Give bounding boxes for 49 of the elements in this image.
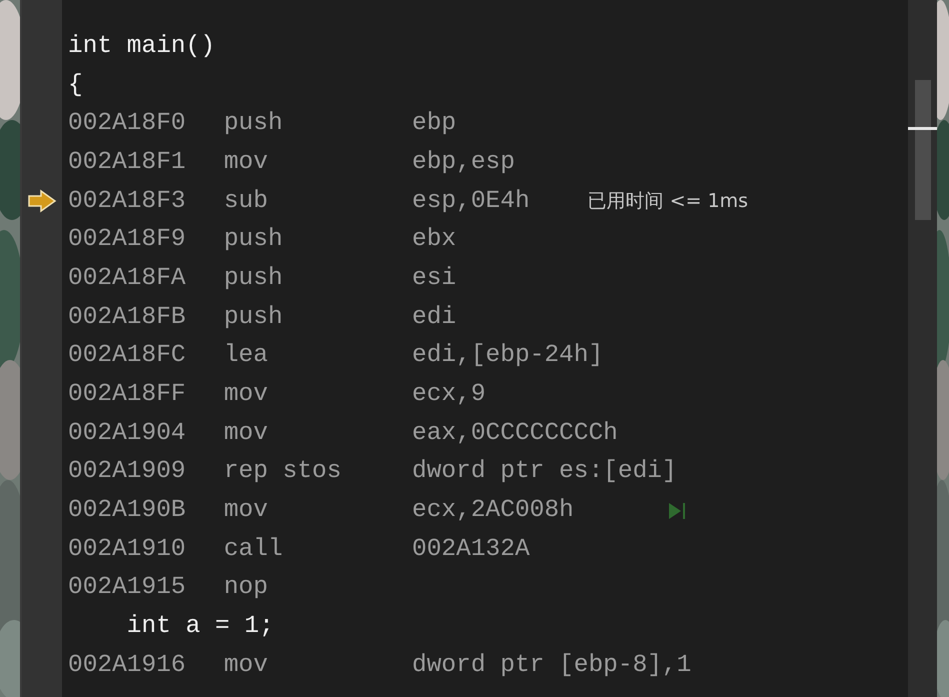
address: 002A18F0 [68, 110, 187, 138]
operands: ecx,9 [412, 381, 486, 408]
instruction: rep stos [224, 458, 342, 486]
operands: edi,[ebp-24h] [412, 342, 604, 370]
address: 002A18FB [68, 304, 187, 331]
instruction: mov [224, 652, 269, 679]
elapsed-time: 已用时间 <= 1ms [588, 189, 748, 214]
instruction: mov [224, 420, 269, 447]
source-line: int a = 1; [126, 613, 274, 640]
instruction: push [224, 264, 284, 292]
position-marker [908, 127, 937, 130]
scrollbar-thumb[interactable] [915, 80, 931, 220]
run-to-cursor-icon[interactable] [668, 502, 686, 520]
address: 002A18FF [68, 381, 187, 408]
operands: ebp [412, 110, 456, 138]
operands: dword ptr es:[edi] [412, 458, 677, 486]
instruction: mov [224, 381, 269, 408]
instruction: mov [224, 148, 269, 176]
instruction: lea [224, 342, 269, 370]
address: 002A1916 [68, 652, 187, 679]
address: 002A1904 [68, 420, 187, 447]
address: 002A18F3 [68, 188, 187, 215]
instruction: push [224, 110, 284, 138]
operands: dword ptr [ebp-8],1 [412, 652, 692, 679]
instruction: sub [224, 188, 269, 215]
source-line: { [68, 72, 83, 99]
instruction: nop [224, 574, 269, 602]
source-line: int main() [68, 32, 216, 60]
address: 002A18F9 [68, 226, 187, 254]
address: 002A18FA [68, 264, 187, 292]
scrollbar[interactable] [908, 0, 937, 697]
address: 002A1910 [68, 536, 187, 563]
instruction: push [224, 304, 284, 331]
operands: eax,0CCCCCCCCh [412, 420, 618, 447]
operands: esp,0E4h [412, 188, 530, 215]
operands: edi [412, 304, 456, 331]
operands: 002A132A [412, 536, 530, 563]
operands: ecx,2AC008h [412, 497, 574, 524]
address: 002A18F1 [68, 148, 187, 176]
address: 002A18FC [68, 342, 187, 370]
instruction: call [224, 536, 284, 563]
operands: esi [412, 264, 456, 292]
operands: ebx [412, 226, 456, 254]
address: 002A1909 [68, 458, 187, 486]
instruction: push [224, 226, 284, 254]
address: 002A190B [68, 497, 187, 524]
instruction: mov [224, 497, 269, 524]
address: 002A1915 [68, 574, 187, 602]
operands: ebp,esp [412, 148, 515, 176]
